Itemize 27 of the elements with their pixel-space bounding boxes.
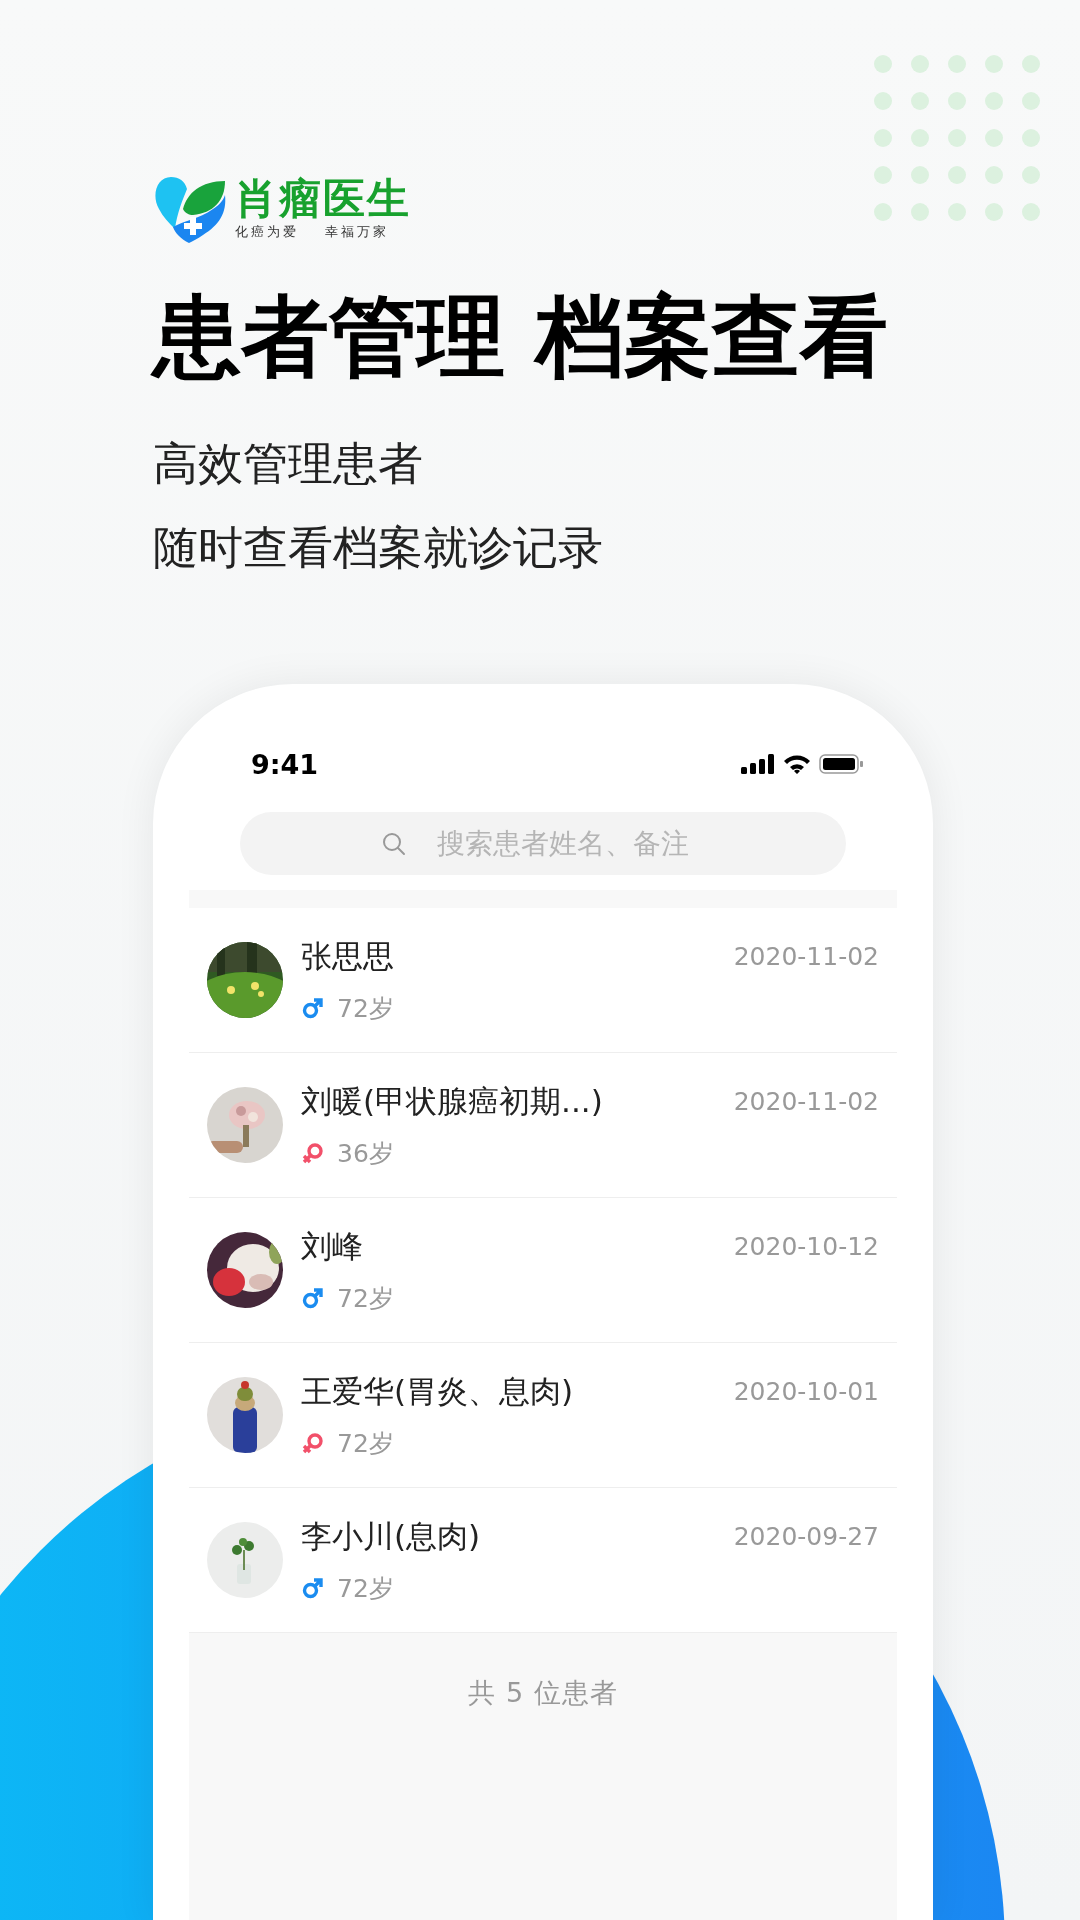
battery-icon (819, 754, 863, 774)
search-icon (382, 832, 406, 856)
signal-icon (741, 754, 775, 774)
slogan-text: 幸福万家 (325, 223, 389, 241)
patient-name: 刘暖(甲状腺癌初期...) (301, 1081, 603, 1121)
patient-name: 李小川(息肉) (301, 1516, 481, 1556)
slogan-text: 化癌为爱 (235, 223, 299, 241)
patient-age: 36岁 (337, 1137, 394, 1170)
patient-age: 72岁 (337, 1282, 394, 1315)
visit-date: 2020-11-02 (733, 942, 879, 971)
patient-name: 张思思 (301, 936, 394, 976)
visit-date: 2020-10-01 (733, 1377, 879, 1406)
patient-count: 共 5 位患者 (468, 1676, 618, 1710)
patient-age: 72岁 (337, 1427, 394, 1460)
search-field[interactable]: 搜索患者姓名、备注 (240, 812, 846, 875)
patient-name: 刘峰 (301, 1226, 363, 1266)
visit-date: 2020-09-27 (733, 1522, 879, 1551)
subtitle: 随时查看档案就诊记录 (153, 520, 603, 576)
visit-date: 2020-10-12 (733, 1232, 879, 1261)
subtitle: 高效管理患者 (153, 436, 423, 492)
status-time: 9:41 (251, 748, 319, 780)
visit-date: 2020-11-02 (733, 1087, 879, 1116)
patient-age: 72岁 (337, 1572, 394, 1605)
patient-age: 72岁 (337, 992, 394, 1025)
wifi-icon (783, 754, 811, 774)
patient-name: 王爱华(胃炎、息肉) (301, 1371, 574, 1411)
logo-name: 肖瘤医生 (235, 175, 411, 223)
